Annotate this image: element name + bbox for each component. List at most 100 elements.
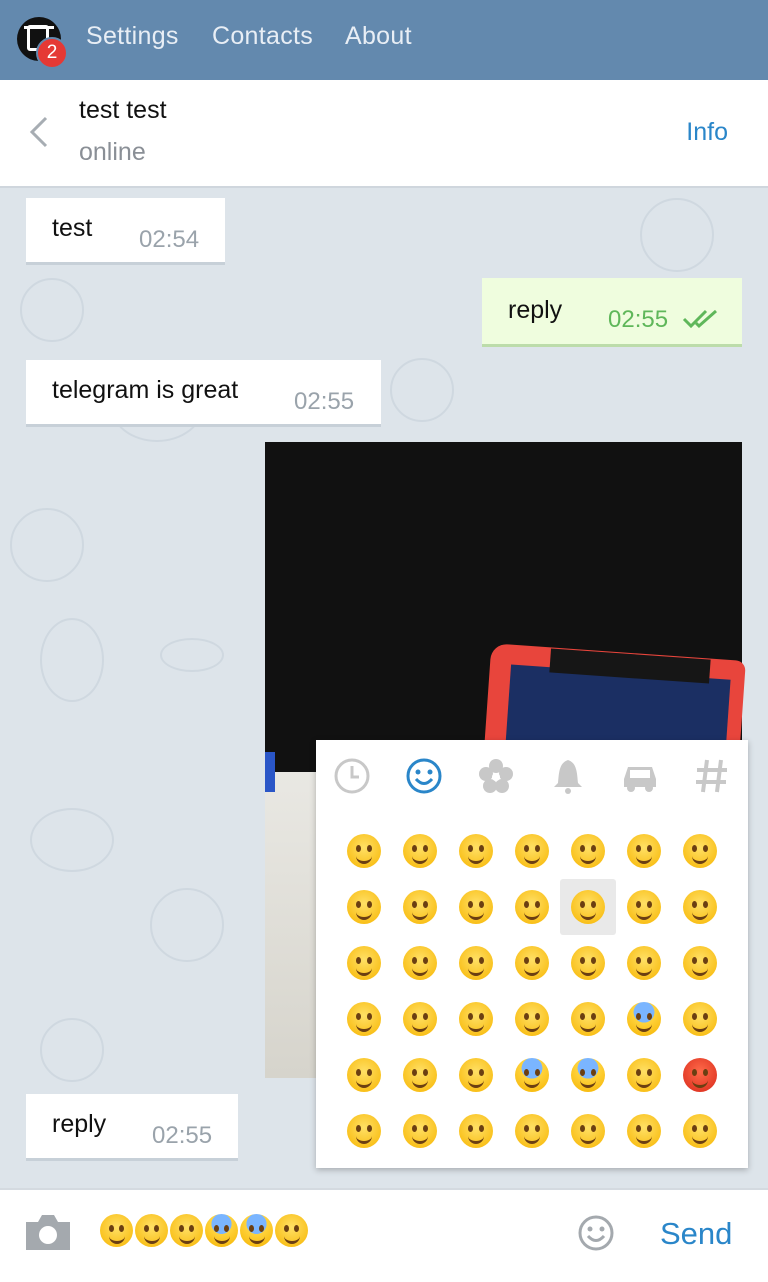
emoji-panel: [316, 740, 748, 1168]
emoji-face-icon: [240, 1214, 273, 1247]
emoji-button[interactable]: [448, 935, 504, 991]
emoji-face-icon: [347, 1002, 381, 1036]
emoji-face-icon: [515, 946, 549, 980]
background-doodle: [10, 508, 84, 582]
send-button[interactable]: Send: [660, 1216, 732, 1252]
app-logo-icon[interactable]: 2: [17, 17, 68, 69]
info-button[interactable]: Info: [686, 118, 728, 147]
emoji-button[interactable]: [616, 935, 672, 991]
emoji-button[interactable]: [336, 991, 392, 1047]
emoji-button[interactable]: [448, 1047, 504, 1103]
emoji-button[interactable]: [336, 1047, 392, 1103]
emoji-face-icon: [403, 1058, 437, 1092]
camera-icon[interactable]: [24, 1212, 72, 1252]
emoji-button[interactable]: [392, 823, 448, 879]
emoji-face-icon: [403, 946, 437, 980]
emoji-button[interactable]: [560, 935, 616, 991]
emoji-button[interactable]: [504, 1047, 560, 1103]
message-input[interactable]: [100, 1214, 308, 1247]
emoji-button[interactable]: [504, 935, 560, 991]
top-bar: 2 Settings Contacts About: [0, 0, 768, 80]
emoji-button[interactable]: [672, 823, 728, 879]
emoji-button[interactable]: [560, 823, 616, 879]
emoji-button[interactable]: [616, 991, 672, 1047]
emoji-button[interactable]: [616, 823, 672, 879]
emoji-button[interactable]: [336, 823, 392, 879]
emoji-button[interactable]: [616, 1047, 672, 1103]
emoji-face-icon: [347, 834, 381, 868]
back-arrow-icon[interactable]: [28, 116, 50, 148]
message-text: telegram is great: [52, 376, 239, 404]
emoji-button[interactable]: [672, 1047, 728, 1103]
emoji-face-icon: [459, 946, 493, 980]
bell-icon[interactable]: [540, 756, 596, 796]
emoji-button[interactable]: [672, 935, 728, 991]
hash-icon[interactable]: [684, 756, 740, 796]
emoji-face-icon: [515, 834, 549, 868]
double-check-icon: [682, 309, 717, 329]
emoji-face-icon: [515, 1114, 549, 1148]
message-time: 02:54: [139, 226, 200, 253]
emoji-button[interactable]: [672, 991, 728, 1047]
emoji-button[interactable]: [336, 879, 392, 935]
emoji-face-icon: [347, 1058, 381, 1092]
background-doodle: [40, 1018, 104, 1082]
emoji-button[interactable]: [560, 1047, 616, 1103]
flower-icon[interactable]: [468, 756, 524, 796]
emoji-face-icon: [347, 946, 381, 980]
emoji-button[interactable]: [448, 991, 504, 1047]
emoji-button[interactable]: [672, 1103, 728, 1159]
background-doodle: [40, 618, 104, 702]
emoji-face-icon: [459, 1114, 493, 1148]
message-text: reply: [508, 296, 563, 324]
nav-about[interactable]: About: [345, 22, 412, 51]
emoji-button[interactable]: [504, 1103, 560, 1159]
emoji-face-icon: [571, 1114, 605, 1148]
car-icon[interactable]: [612, 756, 668, 796]
message-time: 02:55: [608, 306, 669, 333]
emoji-button[interactable]: [392, 879, 448, 935]
emoji-button[interactable]: [616, 879, 672, 935]
message-bubble[interactable]: test 02:54: [26, 198, 225, 262]
emoji-button[interactable]: [392, 1047, 448, 1103]
nav-contacts[interactable]: Contacts: [212, 22, 313, 51]
emoji-button[interactable]: [448, 823, 504, 879]
emoji-face-icon: [347, 890, 381, 924]
emoji-button[interactable]: [504, 991, 560, 1047]
emoji-face-icon: [683, 890, 717, 924]
emoji-button[interactable]: [392, 935, 448, 991]
photo-object: [265, 752, 275, 792]
emoji-button[interactable]: [560, 879, 616, 935]
message-bubble-outgoing[interactable]: reply 02:55: [482, 278, 742, 344]
emoji-button[interactable]: [560, 1103, 616, 1159]
emoji-button[interactable]: [616, 1103, 672, 1159]
message-text: test: [52, 214, 93, 242]
emoji-button[interactable]: [336, 1103, 392, 1159]
emoji-button[interactable]: [504, 823, 560, 879]
emoji-face-icon: [135, 1214, 168, 1247]
contact-name[interactable]: test test: [79, 96, 167, 125]
emoji-face-icon: [571, 890, 605, 924]
background-doodle: [640, 198, 714, 272]
emoji-button[interactable]: [560, 991, 616, 1047]
emoji-button[interactable]: [504, 879, 560, 935]
emoji-button[interactable]: [336, 935, 392, 991]
background-doodle: [20, 278, 84, 342]
message-time: 02:55: [152, 1122, 213, 1149]
emoji-face-icon: [459, 834, 493, 868]
emoji-face-icon: [683, 834, 717, 868]
message-bubble[interactable]: telegram is great 02:55: [26, 360, 381, 424]
emoji-button[interactable]: [392, 991, 448, 1047]
emoji-face-icon: [275, 1214, 308, 1247]
emoji-button[interactable]: [448, 879, 504, 935]
emoji-toggle-icon[interactable]: [577, 1214, 615, 1252]
emoji-face-icon: [403, 834, 437, 868]
recent-clock-icon[interactable]: [324, 756, 380, 796]
message-bubble[interactable]: reply 02:55: [26, 1094, 238, 1158]
background-doodle: [150, 888, 224, 962]
emoji-button[interactable]: [672, 879, 728, 935]
emoji-button[interactable]: [448, 1103, 504, 1159]
emoji-button[interactable]: [392, 1103, 448, 1159]
smiley-icon[interactable]: [396, 756, 452, 796]
nav-settings[interactable]: Settings: [86, 22, 179, 51]
